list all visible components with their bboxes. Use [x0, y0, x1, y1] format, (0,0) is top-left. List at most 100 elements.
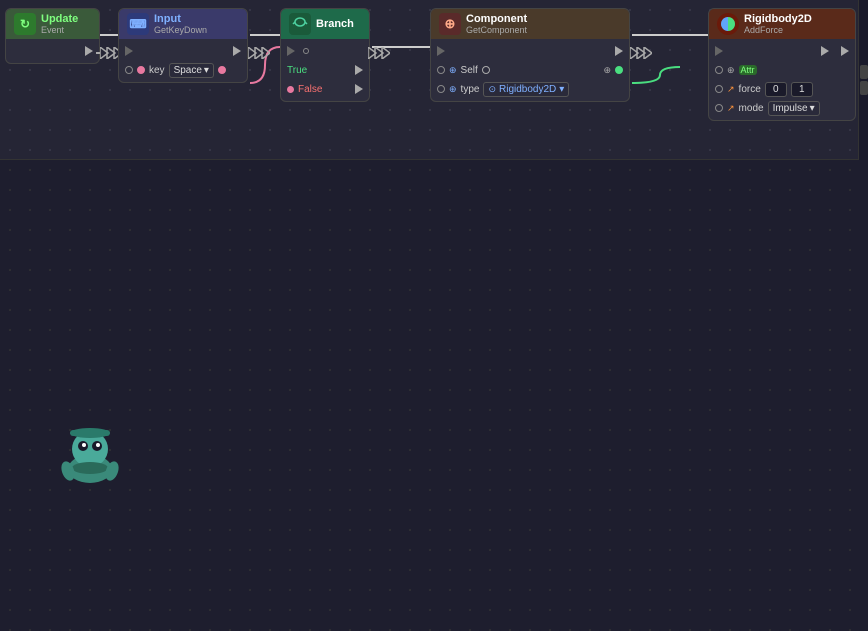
addforce-atget2: ⊕	[727, 65, 735, 76]
getkeydown-exec-out	[233, 46, 241, 56]
node-branch[interactable]: Branch True False	[280, 8, 370, 102]
getcomponent-type-dropdown[interactable]: ⊙ Rigidbody2D ▾	[483, 82, 569, 97]
branch-false-dot	[287, 86, 294, 93]
getkeydown-key-row: key Space ▾	[125, 62, 241, 78]
getkeydown-key-pin-left	[137, 66, 145, 74]
addforce-mode-dropdown[interactable]: Impulse ▾	[768, 101, 820, 116]
getcomponent-type-icon: ⊕	[449, 84, 457, 95]
space-chevron: ▾	[204, 65, 209, 76]
branch-title: Branch	[316, 18, 354, 30]
getkeydown-body: key Space ▾	[119, 39, 247, 82]
getcomponent-body: ⊕ Self ⊕ ⊕ type ⊙ Rigidbody2D	[431, 39, 629, 101]
getkeydown-header: ⌨ Input GetKeyDown	[119, 9, 247, 39]
scroll-down-btn[interactable]	[860, 81, 868, 95]
getcomponent-self-icon: ⊕	[449, 65, 457, 76]
getcomponent-self-row: ⊕ Self ⊕	[437, 62, 623, 78]
getkeydown-subtitle: GetKeyDown	[154, 25, 207, 35]
addforce-force-row: ↗ force	[715, 81, 849, 97]
node-update-header: ↻ Update Event	[6, 9, 99, 39]
scroll-up-btn[interactable]	[860, 65, 868, 79]
update-body	[6, 39, 99, 63]
node-getkeydown[interactable]: ⌨ Input GetKeyDown key	[118, 8, 248, 83]
addforce-force-x[interactable]	[765, 82, 787, 97]
getcomponent-title: Component	[466, 13, 527, 25]
wire-branch-getcomponent	[368, 47, 390, 59]
getcomponent-self-label: Self	[461, 65, 478, 76]
addforce-exec-out	[821, 46, 829, 56]
addforce-target-in	[715, 66, 723, 74]
update-subtitle: Event	[41, 25, 78, 35]
addforce-exec-out2	[841, 46, 849, 56]
addforce-mode-label: mode	[739, 103, 764, 114]
branch-false-port	[355, 84, 363, 94]
getcomponent-type-row: ⊕ type ⊙ Rigidbody2D ▾	[437, 81, 623, 97]
branch-false-label: False	[298, 84, 322, 95]
branch-true-port	[355, 65, 363, 75]
branch-header: Branch	[281, 9, 369, 39]
branch-true-label: True	[287, 65, 307, 76]
branch-bool-in	[303, 48, 309, 54]
addforce-mode-icon: ↗	[727, 103, 735, 114]
branch-svg-icon	[292, 16, 308, 32]
rigidbody-value: Rigidbody2D	[499, 84, 556, 95]
update-icon: ↻	[14, 13, 36, 35]
getcomponent-exec-in	[437, 46, 445, 56]
addforce-force-icon: ↗	[727, 84, 735, 95]
addforce-header: Rigidbody2D AddForce	[709, 9, 855, 39]
getkeydown-exec-in	[125, 46, 133, 56]
getkeydown-key-pin-right	[218, 66, 226, 74]
multi-arrow-3	[368, 47, 390, 59]
branch-icon	[289, 13, 311, 35]
node-update-event[interactable]: ↻ Update Event	[5, 8, 100, 64]
update-exec-out	[12, 43, 93, 59]
getkeydown-key-in-port	[125, 66, 133, 74]
impulse-value: Impulse	[773, 103, 808, 114]
lower-canvas[interactable]	[0, 161, 868, 631]
mascot-svg	[55, 421, 125, 491]
node-addforce[interactable]: Rigidbody2D AddForce ⊕ At	[708, 8, 856, 121]
getcomponent-atget-label: ⊕	[603, 65, 611, 76]
addforce-exec-in	[715, 46, 723, 56]
right-scroll[interactable]	[858, 0, 868, 160]
multi-arrow-2	[248, 47, 270, 59]
space-value: Space	[174, 65, 202, 76]
getcomponent-exec-out	[615, 46, 623, 56]
multi-arrow-4	[630, 47, 652, 59]
update-exec-out-port	[85, 46, 93, 56]
addforce-attr-tag: Attr	[739, 65, 757, 75]
getkeydown-icon: ⌨	[127, 13, 149, 35]
wire-getkeydown-branch	[248, 47, 270, 59]
addforce-mode-row: ↗ mode Impulse ▾	[715, 100, 849, 116]
addforce-force-y[interactable]	[791, 82, 813, 97]
wire-getcomponent-addforce	[630, 47, 652, 59]
addforce-exec-row	[715, 43, 849, 59]
addforce-force-in	[715, 85, 723, 93]
getcomponent-result-port	[615, 66, 623, 74]
branch-false-row: False	[287, 81, 363, 97]
addforce-circle-icon	[721, 17, 735, 31]
node-canvas[interactable]: ↻ Update Event	[0, 0, 868, 631]
node-getcomponent[interactable]: ⊕ Component GetComponent ⊕ S	[430, 8, 630, 102]
getcomponent-subtitle: GetComponent	[466, 25, 527, 35]
addforce-subtitle: AddForce	[744, 25, 812, 35]
addforce-body: ⊕ Attr ↗ force ↗ mode Impulse	[709, 39, 855, 120]
addforce-force-label: force	[739, 84, 761, 95]
branch-true-row: True	[287, 62, 363, 78]
getkeydown-exec-row	[125, 43, 241, 59]
addforce-title: Rigidbody2D	[744, 13, 812, 25]
addforce-target-row: ⊕ Attr	[715, 62, 849, 78]
mascot	[55, 421, 125, 491]
getcomponent-exec-row	[437, 43, 623, 59]
rigidbody-chevron: ▾	[559, 84, 564, 95]
update-title: Update	[41, 13, 78, 25]
getcomponent-self-circle	[482, 66, 490, 74]
branch-body: True False	[281, 39, 369, 101]
getcomponent-icon: ⊕	[439, 13, 461, 35]
getcomponent-header: ⊕ Component GetComponent	[431, 9, 629, 39]
branch-exec-row	[287, 43, 363, 59]
nodes-area: ↻ Update Event	[0, 0, 868, 160]
getkeydown-space-dropdown[interactable]: Space ▾	[169, 63, 214, 78]
getkeydown-key-label: key	[149, 65, 165, 76]
addforce-icon	[717, 13, 739, 35]
addforce-mode-in	[715, 104, 723, 112]
